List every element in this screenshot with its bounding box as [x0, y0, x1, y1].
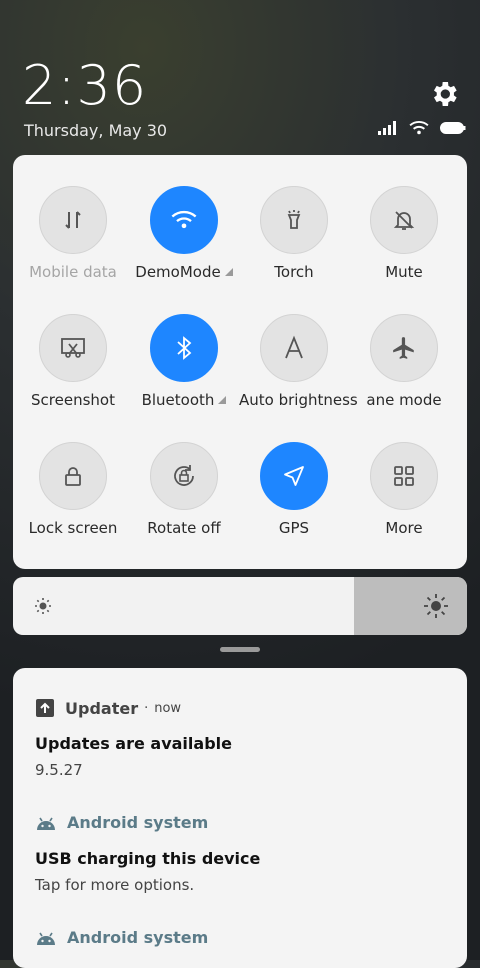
tile-bluetooth[interactable]: Bluetooth	[129, 314, 239, 409]
notification-header[interactable]: Android system	[35, 928, 208, 947]
tile-label: Torch	[274, 263, 314, 281]
notification-app-name: Android system	[67, 813, 209, 832]
tile-auto-brightness[interactable]: Auto brightness	[239, 314, 358, 409]
tile-label: Lock screen	[28, 519, 118, 537]
tile-airplane-mode[interactable]: ane mode	[349, 314, 459, 409]
screenshot-icon	[39, 314, 107, 382]
tile-mobile-data[interactable]: Mobile data	[18, 186, 128, 281]
notification-time: now	[154, 700, 182, 716]
wifi-icon	[150, 186, 218, 254]
lock-icon	[39, 442, 107, 510]
drag-handle[interactable]	[220, 647, 260, 652]
tile-label: GPS	[278, 519, 310, 537]
tile-label: ane mode	[366, 391, 442, 409]
notification-list: Updater · now Updates are available 9.5.…	[13, 668, 467, 968]
expand-arrow-icon	[218, 396, 227, 404]
notification-app-name: Android system	[67, 928, 209, 947]
system-icons	[378, 120, 466, 136]
airplane-icon	[370, 314, 438, 382]
notification-body[interactable]: Tap for more options.	[35, 876, 194, 894]
android-icon	[37, 932, 55, 945]
tile-label-row: DemoMode	[129, 263, 239, 281]
updater-icon	[36, 699, 54, 717]
location-arrow-icon	[260, 442, 328, 510]
expand-arrow-icon	[224, 268, 233, 276]
tile-mute[interactable]: Mute	[349, 186, 459, 281]
tile-rotate-off[interactable]: Rotate off	[129, 442, 239, 537]
tile-label: Mobile data	[29, 263, 117, 281]
tile-label-row: Bluetooth	[129, 391, 239, 409]
notification-header[interactable]: Android system	[35, 813, 208, 832]
notification-body[interactable]: 9.5.27	[35, 761, 83, 779]
clock[interactable]: 2:36	[22, 54, 147, 117]
tile-label: Auto brightness	[239, 391, 358, 409]
brightness-low-icon	[35, 598, 51, 614]
notification-separator: ·	[144, 700, 149, 716]
tile-torch[interactable]: Torch	[239, 186, 349, 281]
brightness-slider[interactable]	[13, 577, 467, 635]
brightness-fill	[353, 577, 467, 635]
tile-label: Bluetooth	[141, 391, 215, 409]
tile-label: Rotate off	[147, 519, 221, 537]
tile-label: Screenshot	[31, 391, 115, 409]
rotate-lock-icon	[150, 442, 218, 510]
notification-title[interactable]: Updates are available	[35, 734, 232, 753]
notification-title[interactable]: USB charging this device	[35, 849, 260, 868]
auto-brightness-icon	[260, 314, 328, 382]
grid-icon	[370, 442, 438, 510]
torch-icon	[260, 186, 328, 254]
tile-more[interactable]: More	[349, 442, 459, 537]
signal-icon	[378, 121, 396, 135]
notification-header[interactable]: Updater · now	[35, 698, 181, 718]
quick-settings-panel: Mobile data DemoMode Torch Mute Screensh…	[13, 155, 467, 569]
battery-icon	[440, 122, 466, 134]
tile-lock-screen[interactable]: Lock screen	[18, 442, 128, 537]
settings-gear-icon[interactable]	[428, 78, 460, 110]
notification-app-name: Updater	[65, 698, 139, 718]
tile-screenshot[interactable]: Screenshot	[18, 314, 128, 409]
tile-gps[interactable]: GPS	[239, 442, 349, 537]
mobile-data-icon	[39, 186, 107, 254]
mute-bell-icon	[370, 186, 438, 254]
date[interactable]: Thursday, May 30	[24, 121, 167, 140]
wifi-status-icon	[409, 121, 429, 135]
status-area: 2:36 Thursday, May 30	[0, 0, 480, 150]
brightness-high-icon	[424, 594, 448, 618]
tile-label: DemoMode	[135, 263, 221, 281]
bluetooth-icon	[150, 314, 218, 382]
tile-demomode[interactable]: DemoMode	[129, 186, 239, 281]
tile-label: Mute	[385, 263, 423, 281]
android-icon	[37, 817, 55, 830]
tile-label: More	[385, 519, 423, 537]
